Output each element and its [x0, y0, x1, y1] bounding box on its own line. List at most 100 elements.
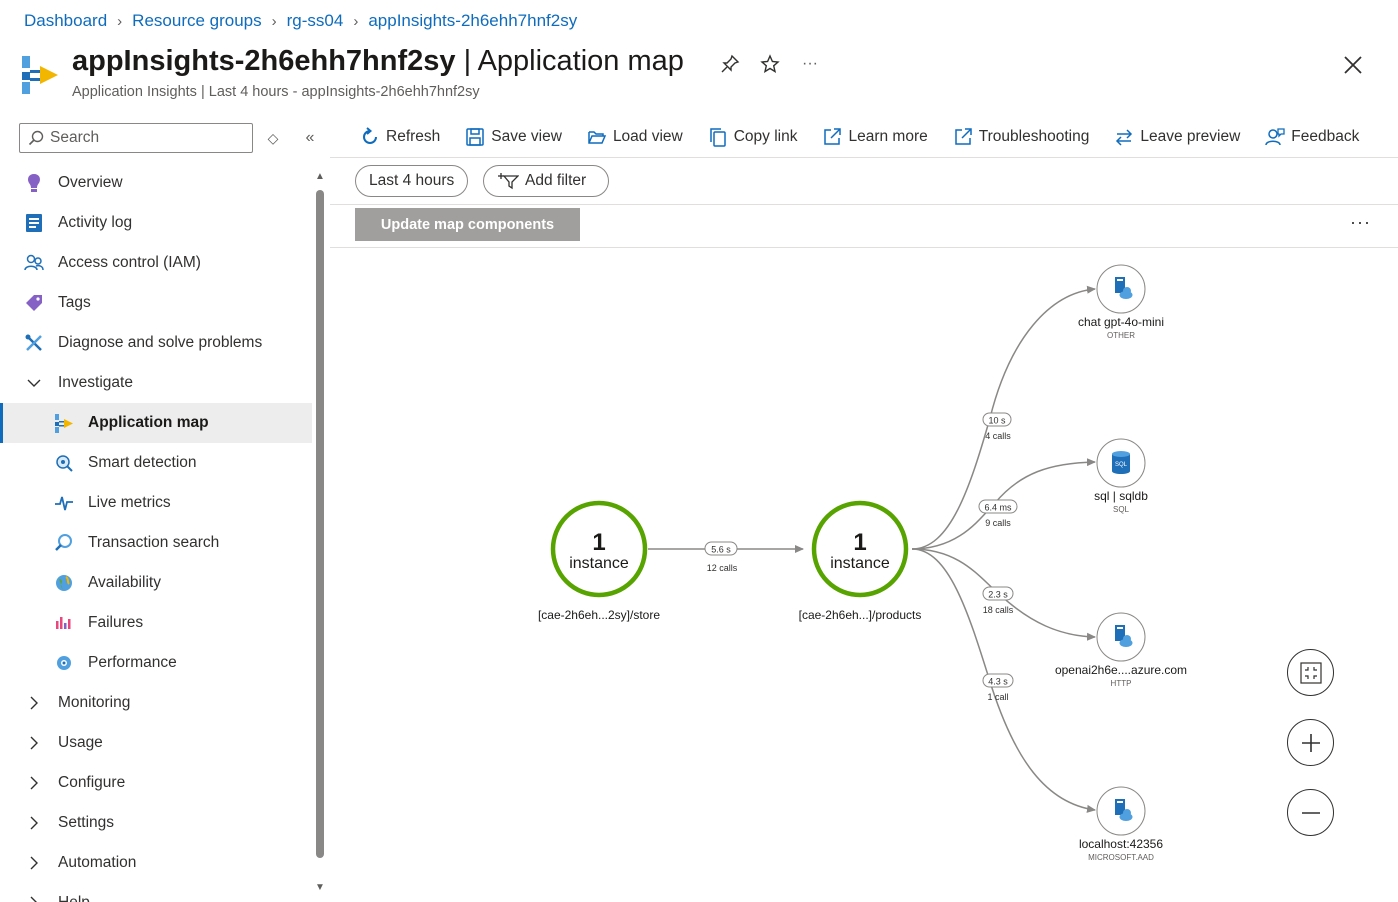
sidebar-group-settings[interactable]: Settings — [0, 803, 312, 843]
update-map-components-button[interactable]: Update map components — [355, 208, 580, 241]
chevron-right-icon — [24, 813, 44, 833]
feedback-label: Feedback — [1291, 127, 1360, 145]
edge-calls: 18 calls — [983, 605, 1014, 615]
sidebar-scrollbar[interactable] — [316, 190, 324, 858]
plus-icon — [1301, 733, 1320, 752]
scroll-down-arrow[interactable]: ▼ — [314, 883, 326, 893]
sidebar-group-help[interactable]: Help — [0, 883, 312, 902]
zoom-out-button[interactable] — [1287, 789, 1334, 836]
fit-to-screen-button[interactable] — [1287, 649, 1334, 696]
sidebar-group-automation[interactable]: Automation — [0, 843, 312, 883]
sidebar-item-failures[interactable]: Failures — [0, 603, 312, 643]
people-icon — [24, 253, 44, 273]
page-title: appInsights-2h6ehh7hnf2sy | Application … — [72, 45, 684, 78]
activity-log-icon — [24, 213, 44, 233]
sidebar-item-label: Access control (IAM) — [58, 254, 201, 271]
node-instance-count: 1 — [592, 529, 605, 556]
sidebar-item-label: Settings — [58, 814, 115, 831]
external-link-icon — [955, 127, 972, 145]
app-map-icon — [22, 56, 58, 94]
sidebar-group-usage[interactable]: Usage — [0, 723, 312, 763]
node-store[interactable]: 1 instance — [550, 500, 648, 598]
dependency-node-localhost[interactable] — [1096, 786, 1146, 836]
breadcrumb-dashboard[interactable]: Dashboard — [24, 11, 107, 31]
sidebar-nav: Overview Activity log Access control (IA… — [0, 163, 312, 902]
node-instance-unit: instance — [830, 555, 890, 572]
dependency-name: sql | sqldb — [1094, 489, 1148, 503]
sidebar-item-performance[interactable]: Performance — [0, 643, 312, 683]
add-filter-button[interactable]: Add filter — [483, 165, 609, 197]
breadcrumb-resource-groups[interactable]: Resource groups — [132, 11, 261, 31]
application-map-canvas[interactable]: 5.6 s 12 calls 10 s 4 calls 6.4 ms 9 cal… — [330, 248, 1398, 902]
sidebar-item-diagnose[interactable]: Diagnose and solve problems — [0, 323, 312, 363]
dependency-node-sql[interactable]: SQL — [1096, 438, 1146, 488]
sidebar-item-label: Activity log — [58, 214, 133, 231]
zoom-in-button[interactable] — [1287, 719, 1334, 766]
leave-preview-button[interactable]: Leave preview — [1114, 127, 1240, 147]
dependency-name: openai2h6e....azure.com — [1055, 663, 1187, 677]
chevron-right-icon — [24, 733, 44, 753]
pin-icon[interactable] — [718, 52, 742, 76]
edge-calls: 4 calls — [985, 431, 1011, 441]
overview-icon — [24, 173, 44, 193]
learn-more-button[interactable]: Learn more — [822, 127, 928, 147]
smart-detection-icon — [54, 453, 74, 473]
dependency-node-openai[interactable] — [1096, 612, 1146, 662]
refresh-button[interactable]: Refresh — [360, 126, 441, 147]
refresh-icon — [363, 126, 377, 144]
load-view-label: Load view — [612, 127, 683, 145]
sidebar-item-access-control[interactable]: Access control (IAM) — [0, 243, 312, 283]
more-options-icon[interactable]: ··· — [1350, 212, 1371, 233]
add-filter-icon — [498, 173, 519, 190]
dependency-type: SQL — [1113, 505, 1130, 514]
search-icon — [54, 533, 74, 553]
collapse-sidebar-icon[interactable]: « — [300, 128, 320, 148]
breadcrumb-rg[interactable]: rg-ss04 — [287, 11, 344, 31]
sidebar-item-availability[interactable]: Availability — [0, 563, 312, 603]
learn-more-label: Learn more — [848, 127, 928, 145]
copy-link-button[interactable]: Copy link — [708, 127, 797, 147]
add-filter-label: Add filter — [525, 172, 587, 189]
sidebar-item-live-metrics[interactable]: Live metrics — [0, 483, 312, 523]
sidebar-search[interactable] — [19, 123, 253, 153]
dependency-node-chat[interactable] — [1096, 264, 1146, 314]
edge-duration: 2.3 s — [988, 590, 1008, 600]
node-instance-count: 1 — [853, 529, 866, 556]
close-icon[interactable] — [1340, 52, 1366, 78]
copy-icon — [709, 127, 726, 147]
load-view-button[interactable]: Load view — [587, 127, 683, 147]
save-view-button[interactable]: Save view — [465, 127, 562, 147]
feedback-icon — [1265, 127, 1285, 145]
refresh-label: Refresh — [386, 127, 441, 145]
dependency-type: MICROSOFT.AAD — [1088, 853, 1154, 862]
node-label: [cae-2h6eh...]/products — [799, 608, 922, 622]
sidebar-group-configure[interactable]: Configure — [0, 763, 312, 803]
sidebar-item-transaction-search[interactable]: Transaction search — [0, 523, 312, 563]
feedback-button[interactable]: Feedback — [1265, 127, 1359, 147]
sidebar-item-smart-detection[interactable]: Smart detection — [0, 443, 312, 483]
sidebar-item-activity-log[interactable]: Activity log — [0, 203, 312, 243]
globe-icon — [54, 573, 74, 593]
sidebar-item-tags[interactable]: Tags — [0, 283, 312, 323]
node-products[interactable]: 1 instance — [811, 500, 909, 598]
sort-icon[interactable]: ◇ — [263, 128, 283, 148]
search-icon — [28, 130, 44, 146]
edge-duration: 4.3 s — [988, 677, 1008, 687]
sidebar-item-overview[interactable]: Overview — [0, 163, 312, 203]
troubleshooting-button[interactable]: Troubleshooting — [953, 127, 1089, 147]
sidebar-item-label: Monitoring — [58, 694, 131, 711]
sidebar-item-label: Configure — [58, 774, 126, 791]
sidebar-group-investigate[interactable]: Investigate — [0, 363, 312, 403]
search-input[interactable] — [50, 129, 240, 147]
more-icon[interactable]: ··· — [798, 52, 822, 76]
star-icon[interactable] — [758, 52, 782, 76]
chevron-right-icon — [24, 853, 44, 873]
time-range-pill[interactable]: Last 4 hours — [355, 165, 469, 197]
sidebar-item-label: Live metrics — [88, 494, 171, 511]
sidebar-group-monitoring[interactable]: Monitoring — [0, 683, 312, 723]
sidebar-item-application-map[interactable]: Application map — [0, 403, 312, 443]
leave-preview-label: Leave preview — [1140, 127, 1241, 145]
breadcrumb-resource[interactable]: appInsights-2h6ehh7hnf2sy — [368, 11, 577, 31]
scroll-up-arrow[interactable]: ▲ — [314, 172, 326, 182]
edge-duration: 10 s — [988, 416, 1006, 426]
